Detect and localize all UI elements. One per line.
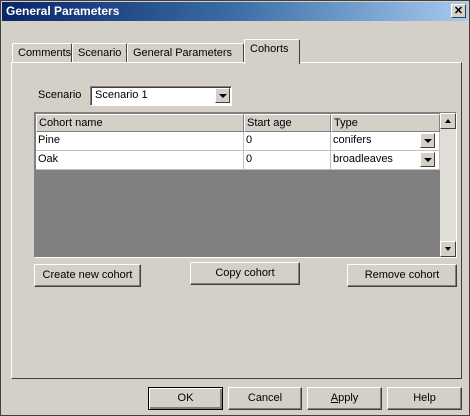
chevron-down-icon [424, 139, 432, 143]
start-age-text: 0 [246, 153, 253, 165]
tab-cohorts-label: Cohorts [250, 43, 289, 55]
column-header-cohort-name-label: Cohort name [39, 117, 103, 129]
type-dropdown-button[interactable] [420, 152, 435, 167]
scroll-up-button[interactable] [440, 113, 456, 129]
cancel-button[interactable]: Cancel [228, 387, 302, 410]
column-header-start-age-label: Start age [247, 117, 292, 129]
help-label: Help [413, 392, 436, 404]
type-select-value: broadleaves [333, 153, 393, 165]
cancel-label: Cancel [247, 392, 283, 404]
copy-cohort-button[interactable]: Copy cohort [190, 262, 300, 285]
chevron-down-icon [219, 94, 227, 98]
type-select[interactable]: conifers [331, 132, 440, 151]
scenario-select-value: Scenario 1 [95, 89, 148, 101]
cohort-table-body: Cohort name Start age Type Pine 0 conife… [36, 114, 440, 256]
tab-scenario[interactable]: Scenario [72, 43, 127, 63]
column-header-cohort-name[interactable]: Cohort name [36, 114, 244, 132]
dialog-title: General Parameters [6, 4, 120, 18]
title-bar: General Parameters ✕ [2, 2, 468, 21]
help-button[interactable]: Help [387, 387, 462, 410]
column-header-start-age[interactable]: Start age [244, 114, 331, 132]
start-age-text: 0 [246, 134, 253, 146]
tab-scenario-label: Scenario [78, 47, 122, 59]
start-age-cell[interactable]: 0 [244, 151, 331, 170]
ok-button[interactable]: OK [148, 387, 223, 410]
table-row[interactable]: Pine 0 conifers [36, 132, 440, 151]
cohort-name-text: Pine [38, 134, 61, 146]
cohort-name-cell[interactable]: Pine [36, 132, 244, 151]
tab-comments[interactable]: Comments [12, 43, 72, 63]
scenario-label: Scenario [38, 89, 82, 101]
cohort-name-cell[interactable]: Oak [36, 151, 244, 170]
scenario-dropdown-button[interactable] [215, 88, 230, 103]
cohort-name-text: Oak [38, 153, 59, 165]
type-select[interactable]: broadleaves [331, 151, 440, 170]
close-button[interactable]: ✕ [451, 4, 466, 18]
column-header-type-label: Type [334, 117, 358, 129]
close-icon: ✕ [453, 5, 464, 17]
ok-label: OK [177, 392, 194, 404]
copy-cohort-label: Copy cohort [215, 267, 275, 279]
apply-accelerator: A [330, 392, 339, 404]
dialog-window: General Parameters ✕ Comments Scenario G… [0, 0, 470, 416]
create-new-cohort-label: Create new cohort [42, 269, 133, 281]
start-age-cell[interactable]: 0 [244, 132, 331, 151]
type-dropdown-button[interactable] [420, 133, 435, 148]
vertical-scrollbar[interactable] [440, 113, 456, 257]
scroll-down-button[interactable] [440, 241, 456, 257]
apply-label: Apply [331, 392, 359, 404]
scroll-down-arrow-icon [445, 247, 451, 251]
column-header-type[interactable]: Type [331, 114, 440, 132]
apply-label-rest: pply [338, 392, 359, 404]
apply-button[interactable]: Apply [307, 387, 382, 410]
tab-general-parameters-label: General Parameters [133, 47, 233, 59]
chevron-down-icon [424, 158, 432, 162]
tab-comments-label: Comments [18, 47, 72, 59]
table-row[interactable]: Oak 0 broadleaves [36, 151, 440, 170]
create-new-cohort-button[interactable]: Create new cohort [34, 264, 141, 287]
cohort-table[interactable]: Cohort name Start age Type Pine 0 conife… [34, 112, 457, 258]
remove-cohort-label: Remove cohort [364, 269, 440, 281]
tab-general-parameters[interactable]: General Parameters [127, 43, 244, 63]
tab-cohorts[interactable]: Cohorts [244, 39, 300, 64]
remove-cohort-button[interactable]: Remove cohort [347, 264, 457, 287]
scenario-select[interactable]: Scenario 1 [90, 86, 232, 106]
scroll-up-arrow-icon [445, 119, 451, 123]
type-select-value: conifers [333, 134, 372, 146]
